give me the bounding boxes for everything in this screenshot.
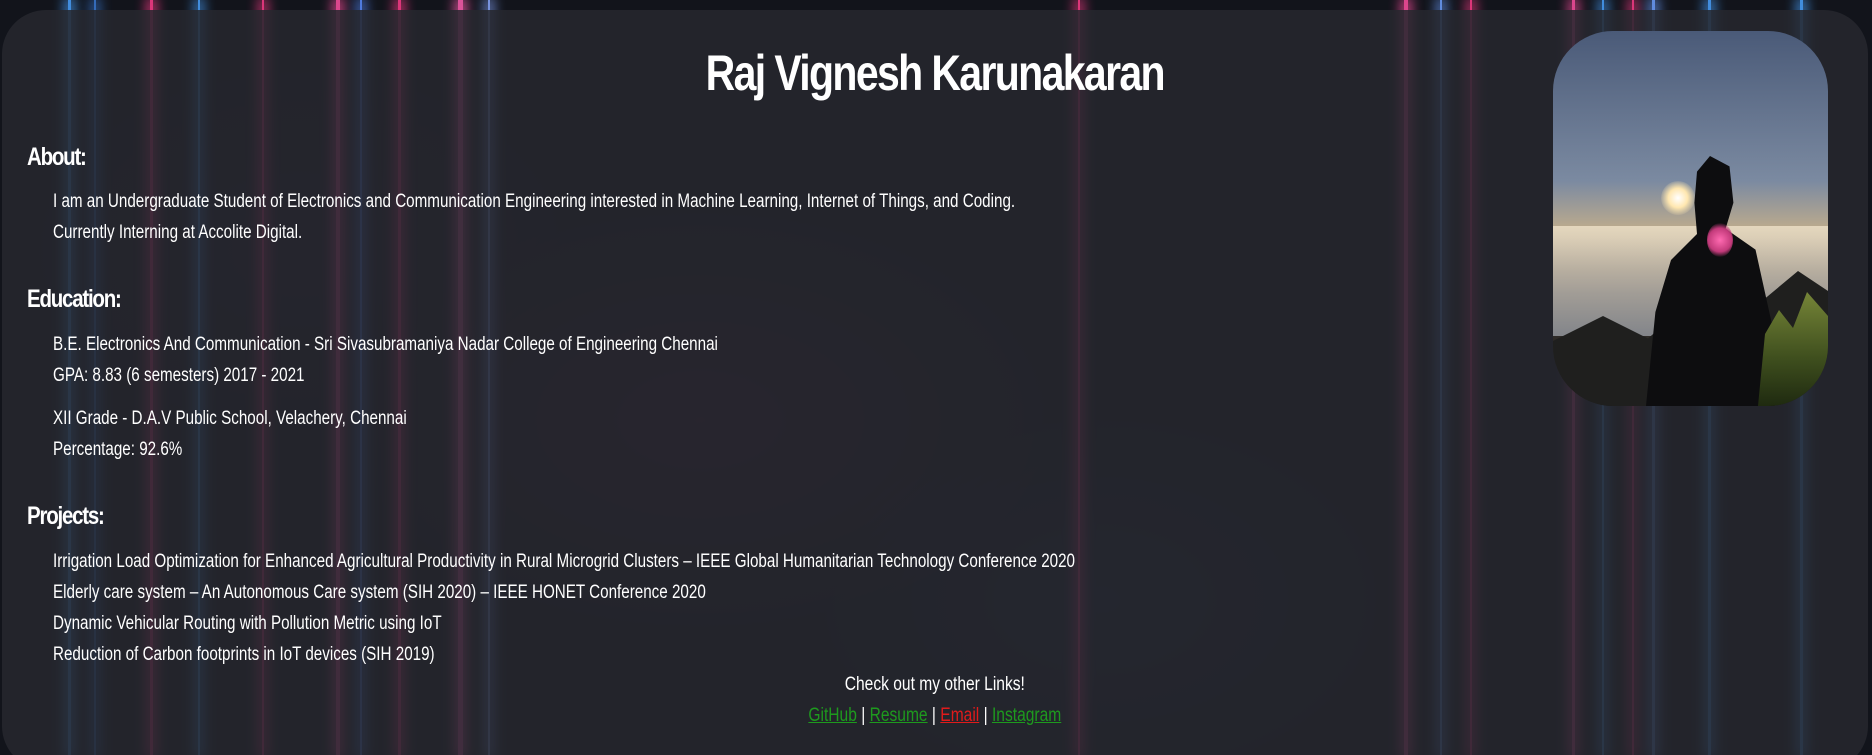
resume-link[interactable]: Resume (870, 705, 928, 726)
profile-card: Raj Vignesh Karunakaran About: I am an U… (2, 10, 1868, 755)
about-heading: About: (27, 143, 87, 171)
projects-heading: Projects: (27, 502, 105, 530)
education-degree: B.E. Electronics And Communication - Sri… (53, 334, 718, 355)
links-title: Check out my other Links! (844, 674, 1025, 695)
instagram-link[interactable]: Instagram (992, 705, 1061, 726)
education-gpa: GPA: 8.83 (6 semesters) 2017 - 2021 (53, 365, 305, 386)
link-separator: | (983, 705, 988, 726)
about-line-1: I am an Undergraduate Student of Electro… (53, 191, 1016, 212)
links-row: GitHub | Resume | Email | Instagram (170, 705, 1700, 727)
project-item: Reduction of Carbon footprints in IoT de… (53, 644, 435, 665)
project-item: Irrigation Load Optimization for Enhance… (53, 551, 1076, 572)
photo-lens-flare (1707, 223, 1733, 257)
about-line-2: Currently Interning at Accolite Digital. (53, 222, 303, 243)
link-separator: | (931, 705, 936, 726)
github-link[interactable]: GitHub (808, 705, 856, 726)
project-item: Elderly care system – An Autonomous Care… (53, 582, 706, 603)
link-separator: | (861, 705, 866, 726)
profile-photo (1553, 31, 1828, 406)
page-background: Raj Vignesh Karunakaran About: I am an U… (0, 0, 1872, 755)
project-item: Dynamic Vehicular Routing with Pollution… (53, 613, 442, 634)
education-heading: Education: (27, 285, 122, 313)
education-school: XII Grade - D.A.V Public School, Velache… (53, 408, 407, 429)
page-title: Raj Vignesh Karunakaran (705, 45, 1166, 101)
education-percentage: Percentage: 92.6% (53, 439, 183, 460)
photo-sun (1661, 181, 1695, 215)
email-link[interactable]: Email (940, 705, 979, 726)
